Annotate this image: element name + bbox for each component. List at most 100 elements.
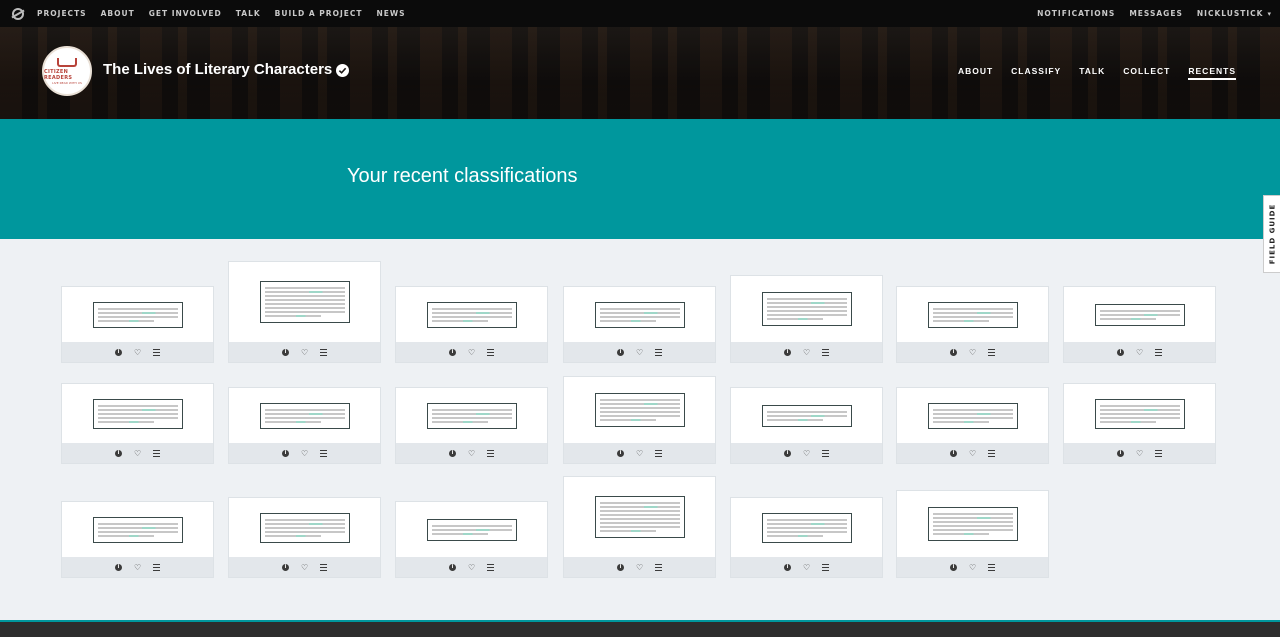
nav-about[interactable]: ABOUT — [101, 9, 135, 18]
favorite-heart-icon[interactable]: ♡ — [803, 449, 810, 457]
favorite-heart-icon[interactable]: ♡ — [301, 563, 308, 571]
classification-card[interactable]: i ♡ — [1063, 286, 1216, 363]
classification-card[interactable]: i ♡ — [228, 387, 381, 464]
info-icon[interactable]: i — [282, 348, 289, 356]
classification-card[interactable]: i ♡ — [61, 286, 214, 363]
info-icon[interactable]: i — [449, 348, 456, 356]
add-to-collection-icon[interactable] — [655, 449, 662, 457]
add-to-collection-icon[interactable] — [988, 449, 995, 457]
info-icon[interactable]: i — [1117, 348, 1124, 356]
info-icon[interactable]: i — [617, 449, 624, 457]
notifications-link[interactable]: NOTIFICATIONS — [1037, 9, 1115, 18]
chevron-down-icon[interactable]: ▾ — [1267, 10, 1272, 18]
add-to-collection-icon[interactable] — [822, 348, 829, 356]
subject-thumbnail[interactable] — [1064, 287, 1215, 342]
favorite-heart-icon[interactable]: ♡ — [468, 563, 475, 571]
zooniverse-logo-icon[interactable] — [12, 7, 24, 20]
subject-thumbnail[interactable] — [731, 388, 882, 443]
project-nav-talk[interactable]: TALK — [1079, 66, 1105, 80]
subject-thumbnail[interactable] — [897, 287, 1048, 342]
favorite-heart-icon[interactable]: ♡ — [301, 348, 308, 356]
info-icon[interactable]: i — [950, 563, 957, 571]
classification-card[interactable]: i ♡ — [1063, 383, 1216, 464]
favorite-heart-icon[interactable]: ♡ — [468, 449, 475, 457]
subject-thumbnail[interactable] — [897, 388, 1048, 443]
subject-thumbnail[interactable] — [564, 287, 715, 342]
nav-projects[interactable]: PROJECTS — [37, 9, 87, 18]
info-icon[interactable]: i — [115, 348, 122, 356]
add-to-collection-icon[interactable] — [822, 563, 829, 571]
favorite-heart-icon[interactable]: ♡ — [636, 348, 643, 356]
subject-thumbnail[interactable] — [229, 262, 380, 342]
info-icon[interactable]: i — [784, 348, 791, 356]
subject-thumbnail[interactable] — [731, 498, 882, 557]
favorite-heart-icon[interactable]: ♡ — [468, 348, 475, 356]
classification-card[interactable]: i ♡ — [61, 501, 214, 578]
classification-card[interactable]: i ♡ — [563, 376, 716, 464]
favorite-heart-icon[interactable]: ♡ — [134, 449, 141, 457]
nav-talk[interactable]: TALK — [236, 9, 261, 18]
subject-thumbnail[interactable] — [62, 287, 213, 342]
classification-card[interactable]: i ♡ — [730, 387, 883, 464]
favorite-heart-icon[interactable]: ♡ — [969, 348, 976, 356]
favorite-heart-icon[interactable]: ♡ — [803, 348, 810, 356]
add-to-collection-icon[interactable] — [153, 563, 160, 571]
subject-thumbnail[interactable] — [229, 498, 380, 557]
nav-get-involved[interactable]: GET INVOLVED — [149, 9, 222, 18]
subject-thumbnail[interactable] — [1064, 384, 1215, 443]
favorite-heart-icon[interactable]: ♡ — [803, 563, 810, 571]
subject-thumbnail[interactable] — [564, 477, 715, 557]
classification-card[interactable]: i ♡ — [395, 387, 548, 464]
info-icon[interactable]: i — [784, 563, 791, 571]
add-to-collection-icon[interactable] — [487, 449, 494, 457]
info-icon[interactable]: i — [282, 449, 289, 457]
project-nav-classify[interactable]: CLASSIFY — [1011, 66, 1061, 80]
favorite-heart-icon[interactable]: ♡ — [1136, 449, 1143, 457]
add-to-collection-icon[interactable] — [1155, 348, 1162, 356]
favorite-heart-icon[interactable]: ♡ — [636, 563, 643, 571]
project-nav-collect[interactable]: COLLECT — [1123, 66, 1170, 80]
add-to-collection-icon[interactable] — [153, 449, 160, 457]
favorite-heart-icon[interactable]: ♡ — [969, 563, 976, 571]
classification-card[interactable]: i ♡ — [61, 383, 214, 464]
messages-link[interactable]: MESSAGES — [1129, 9, 1183, 18]
classification-card[interactable]: i ♡ — [896, 490, 1049, 578]
add-to-collection-icon[interactable] — [655, 563, 662, 571]
classification-card[interactable]: i ♡ — [896, 387, 1049, 464]
add-to-collection-icon[interactable] — [320, 563, 327, 571]
classification-card[interactable]: i ♡ — [896, 286, 1049, 363]
add-to-collection-icon[interactable] — [320, 449, 327, 457]
info-icon[interactable]: i — [617, 348, 624, 356]
add-to-collection-icon[interactable] — [655, 348, 662, 356]
info-icon[interactable]: i — [115, 563, 122, 571]
info-icon[interactable]: i — [617, 563, 624, 571]
add-to-collection-icon[interactable] — [487, 563, 494, 571]
info-icon[interactable]: i — [449, 449, 456, 457]
subject-thumbnail[interactable] — [62, 502, 213, 557]
project-nav-recents[interactable]: RECENTS — [1188, 66, 1236, 80]
add-to-collection-icon[interactable] — [487, 348, 494, 356]
add-to-collection-icon[interactable] — [1155, 449, 1162, 457]
classification-card[interactable]: i ♡ — [730, 275, 883, 363]
classification-card[interactable]: i ♡ — [730, 497, 883, 578]
subject-thumbnail[interactable] — [396, 388, 547, 443]
classification-card[interactable]: i ♡ — [228, 261, 381, 363]
subject-thumbnail[interactable] — [229, 388, 380, 443]
classification-card[interactable]: i ♡ — [563, 286, 716, 363]
subject-thumbnail[interactable] — [396, 287, 547, 342]
subject-thumbnail[interactable] — [564, 377, 715, 443]
classification-card[interactable]: i ♡ — [563, 476, 716, 578]
subject-thumbnail[interactable] — [731, 276, 882, 342]
add-to-collection-icon[interactable] — [988, 348, 995, 356]
nav-news[interactable]: NEWS — [376, 9, 405, 18]
subject-thumbnail[interactable] — [897, 491, 1048, 557]
subject-thumbnail[interactable] — [396, 502, 547, 557]
classification-card[interactable]: i ♡ — [395, 501, 548, 578]
add-to-collection-icon[interactable] — [153, 348, 160, 356]
favorite-heart-icon[interactable]: ♡ — [1136, 348, 1143, 356]
project-title[interactable]: The Lives of Literary Characters — [103, 61, 332, 78]
info-icon[interactable]: i — [1117, 449, 1124, 457]
add-to-collection-icon[interactable] — [822, 449, 829, 457]
add-to-collection-icon[interactable] — [320, 348, 327, 356]
classification-card[interactable]: i ♡ — [395, 286, 548, 363]
